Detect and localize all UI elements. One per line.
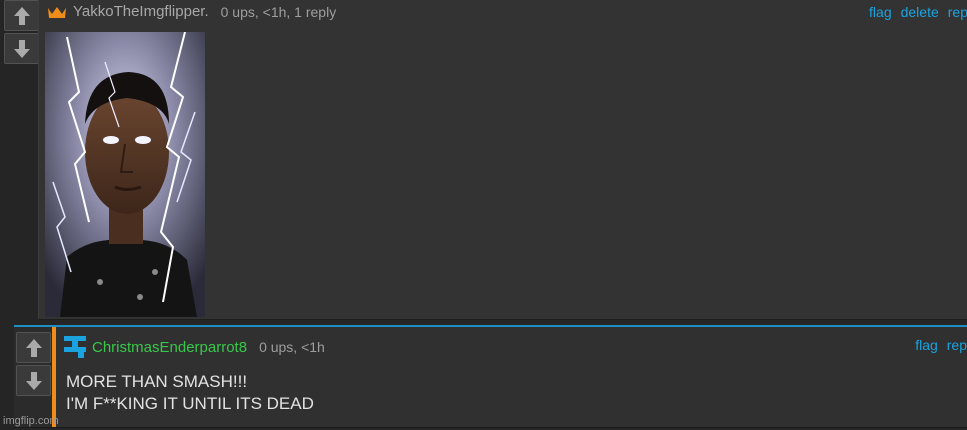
comment-text: MORE THAN SMASH!!! I'M F**KING IT UNTIL … [66,371,314,415]
arrow-down-icon [25,371,42,390]
comment-meta: YakkoTheImgflipper. 0 ups, <1h, 1 reply [47,3,336,20]
imgflip-watermark: imgflip.com [3,415,59,427]
comment1-vote-controls [4,0,39,64]
comment-christmasenderparrot8: ChristmasEnderparrot8 0 ups, <1h flag re… [52,327,967,427]
comment-actions: flag delete rep [869,4,967,20]
pixel-avatar-icon [64,336,86,358]
comment2-vote-controls [16,332,51,396]
comment-text-line: MORE THAN SMASH!!! [66,372,248,391]
username-link[interactable]: ChristmasEnderparrot8 [92,339,247,356]
comment-stats: 0 ups, <1h, 1 reply [220,3,337,20]
delete-link[interactable]: delete [901,4,939,20]
downvote-button[interactable] [16,365,51,396]
reply-link[interactable]: rep [947,337,967,353]
comment-text-line: I'M F**KING IT UNTIL ITS DEAD [66,394,314,413]
username-link[interactable]: YakkoTheImgflipper. [73,3,209,20]
comment-stats: 0 ups, <1h [259,339,325,355]
comment-meta: ChristmasEnderparrot8 0 ups, <1h [62,334,325,360]
arrow-down-icon [13,39,30,58]
comment-actions: flag rep [915,337,967,353]
reply-link[interactable]: rep [948,4,967,20]
upvote-button[interactable] [4,0,39,31]
comment-image[interactable] [45,32,205,317]
crown-icon [48,6,66,18]
downvote-button[interactable] [4,33,39,64]
arrow-up-icon [13,6,30,25]
lightning-portrait-image [45,32,205,317]
flag-link[interactable]: flag [915,337,938,353]
upvote-button[interactable] [16,332,51,363]
reply-container: ChristmasEnderparrot8 0 ups, <1h flag re… [14,325,967,428]
comment-yakko: YakkoTheImgflipper. 0 ups, <1h, 1 reply … [38,0,967,320]
arrow-up-icon [25,338,42,357]
flag-link[interactable]: flag [869,4,892,20]
